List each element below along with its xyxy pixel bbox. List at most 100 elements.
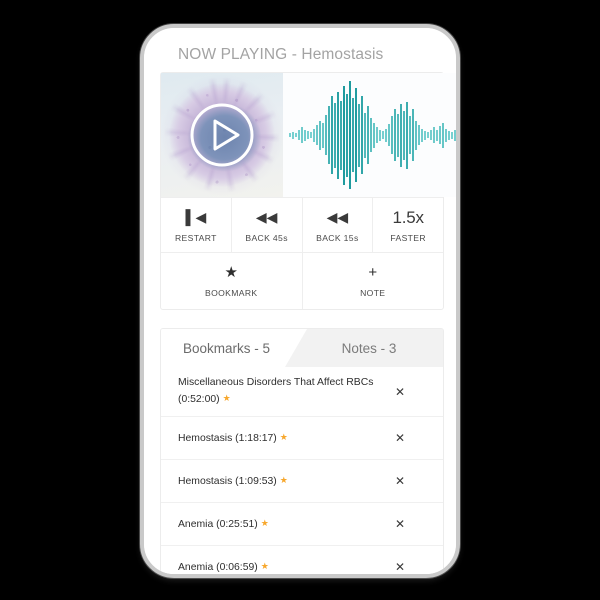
star-icon: ★: [279, 474, 288, 485]
control-restart[interactable]: ▌◀ RESTART: [161, 198, 232, 252]
table-row[interactable]: Hemostasis (1:09:53) ★ ✕: [161, 460, 443, 503]
waveform-bar: [451, 131, 453, 139]
bookmark-title: Anemia (0:06:59) ★: [178, 559, 389, 574]
waveform-bar: [334, 102, 336, 168]
waveform-bar: [289, 133, 291, 137]
transport-controls: ▌◀ RESTART ◀◀ BACK 45s ◀◀ BACK 15s 1.5x FASTER: [161, 197, 443, 252]
action-label: NOTE: [360, 288, 386, 298]
bookmark-title: Hemostasis (1:09:53) ★: [178, 473, 389, 490]
waveform-bar: [433, 127, 435, 143]
bookmark-title: Miscellaneous Disorders That Affect RBCs…: [178, 376, 389, 407]
waveform-bar: [370, 118, 372, 152]
audio-waveform[interactable]: [283, 73, 456, 197]
waveform-bar: [379, 129, 381, 141]
waveform-bars: [289, 73, 456, 197]
star-icon: ★: [279, 431, 288, 442]
star-icon: ★: [222, 392, 231, 403]
close-icon[interactable]: ✕: [389, 432, 411, 444]
rewind-icon: ◀◀: [255, 209, 278, 225]
playback-rate-icon: 1.5x: [392, 208, 424, 227]
control-faster[interactable]: 1.5x FASTER: [373, 198, 443, 252]
rewind-icon: ◀◀: [326, 209, 349, 225]
waveform-bar: [409, 116, 411, 154]
play-button-icon[interactable]: [188, 101, 256, 169]
control-label: RESTART: [174, 233, 217, 243]
waveform-bar: [373, 122, 375, 148]
waveform-bar: [448, 130, 450, 140]
waveform-bar: [361, 96, 363, 174]
control-label: BACK 15s: [316, 233, 359, 243]
skip-to-start-icon: ▌◀: [185, 209, 207, 225]
waveform-bar: [343, 85, 345, 185]
bookmark-title: Anemia (0:25:51) ★: [178, 516, 389, 533]
bookmark-button[interactable]: ★ BOOKMARK: [161, 253, 303, 309]
star-icon: ★: [224, 264, 238, 281]
page-title: NOW PLAYING - Hemostasis: [178, 46, 384, 63]
star-icon: ★: [260, 560, 269, 571]
waveform-bar: [445, 128, 447, 142]
waveform-bar: [349, 81, 351, 189]
waveform-bar: [313, 128, 315, 142]
waveform-bar: [403, 110, 405, 160]
waveform-bar: [439, 126, 441, 144]
bookmark-label: Hemostasis (1:18:17): [178, 432, 277, 444]
waveform-bar: [406, 101, 408, 169]
bookmark-label: Miscellaneous Disorders That Affect RBCs…: [178, 377, 374, 405]
close-icon[interactable]: ✕: [389, 561, 411, 573]
waveform-bar: [307, 131, 309, 139]
tab-bookmarks[interactable]: Bookmarks - 5: [161, 329, 307, 367]
waveform-bar: [454, 129, 456, 141]
waveform-bar: [319, 120, 321, 150]
waveform-bar: [397, 113, 399, 157]
table-row[interactable]: Anemia (0:25:51) ★ ✕: [161, 503, 443, 546]
waveform-bar: [352, 98, 354, 172]
waveform-bar: [385, 128, 387, 142]
tab-notes[interactable]: Notes - 3: [307, 329, 443, 367]
bookmark-list: Miscellaneous Disorders That Affect RBCs…: [161, 367, 443, 574]
control-back-45s[interactable]: ◀◀ BACK 45s: [232, 198, 303, 252]
plus-icon: +: [368, 264, 378, 281]
action-buttons-row: ★ BOOKMARK + NOTE: [161, 252, 443, 309]
screenshot-root: NOW PLAYING - Hemostasis ▌◀ RESTART ◀◀ B…: [0, 0, 600, 600]
waveform-bar: [394, 109, 396, 161]
waveform-bar: [364, 112, 366, 158]
close-icon[interactable]: ✕: [389, 386, 411, 398]
media-row: [161, 73, 456, 197]
waveform-bar: [427, 132, 429, 138]
bookmark-label: Anemia (0:25:51): [178, 518, 258, 530]
waveform-bar: [430, 130, 432, 140]
waveform-bar: [304, 129, 306, 141]
album-art[interactable]: [161, 73, 283, 197]
waveform-bar: [325, 115, 327, 155]
close-icon[interactable]: ✕: [389, 518, 411, 530]
waveform-bar: [424, 130, 426, 140]
waveform-bar: [358, 103, 360, 167]
phone-frame: NOW PLAYING - Hemostasis ▌◀ RESTART ◀◀ B…: [140, 24, 460, 578]
phone-screen: NOW PLAYING - Hemostasis ▌◀ RESTART ◀◀ B…: [144, 28, 456, 574]
waveform-bar: [382, 131, 384, 139]
tab-bar: Bookmarks - 5 Notes - 3: [161, 329, 443, 367]
waveform-bar: [301, 127, 303, 143]
note-button[interactable]: + NOTE: [303, 253, 444, 309]
waveform-bar: [391, 116, 393, 154]
waveform-bar: [376, 127, 378, 143]
waveform-bar: [415, 120, 417, 150]
table-row[interactable]: Hemostasis (1:18:17) ★ ✕: [161, 417, 443, 460]
waveform-bar: [346, 93, 348, 177]
waveform-bar: [328, 106, 330, 164]
close-icon[interactable]: ✕: [389, 475, 411, 487]
bookmark-label: Hemostasis (1:09:53): [178, 475, 277, 487]
waveform-bar: [298, 130, 300, 140]
table-row[interactable]: Anemia (0:06:59) ★ ✕: [161, 546, 443, 574]
waveform-bar: [418, 125, 420, 145]
table-row[interactable]: Miscellaneous Disorders That Affect RBCs…: [161, 367, 443, 417]
waveform-bar: [337, 91, 339, 179]
control-label: BACK 45s: [245, 233, 288, 243]
waveform-bar: [367, 106, 369, 164]
bookmarks-notes-card: Bookmarks - 5 Notes - 3 Miscellaneous Dis…: [160, 328, 444, 574]
waveform-bar: [355, 88, 357, 182]
control-back-15s[interactable]: ◀◀ BACK 15s: [303, 198, 374, 252]
waveform-bar: [331, 96, 333, 174]
waveform-bar: [388, 124, 390, 146]
waveform-bar: [340, 100, 342, 170]
